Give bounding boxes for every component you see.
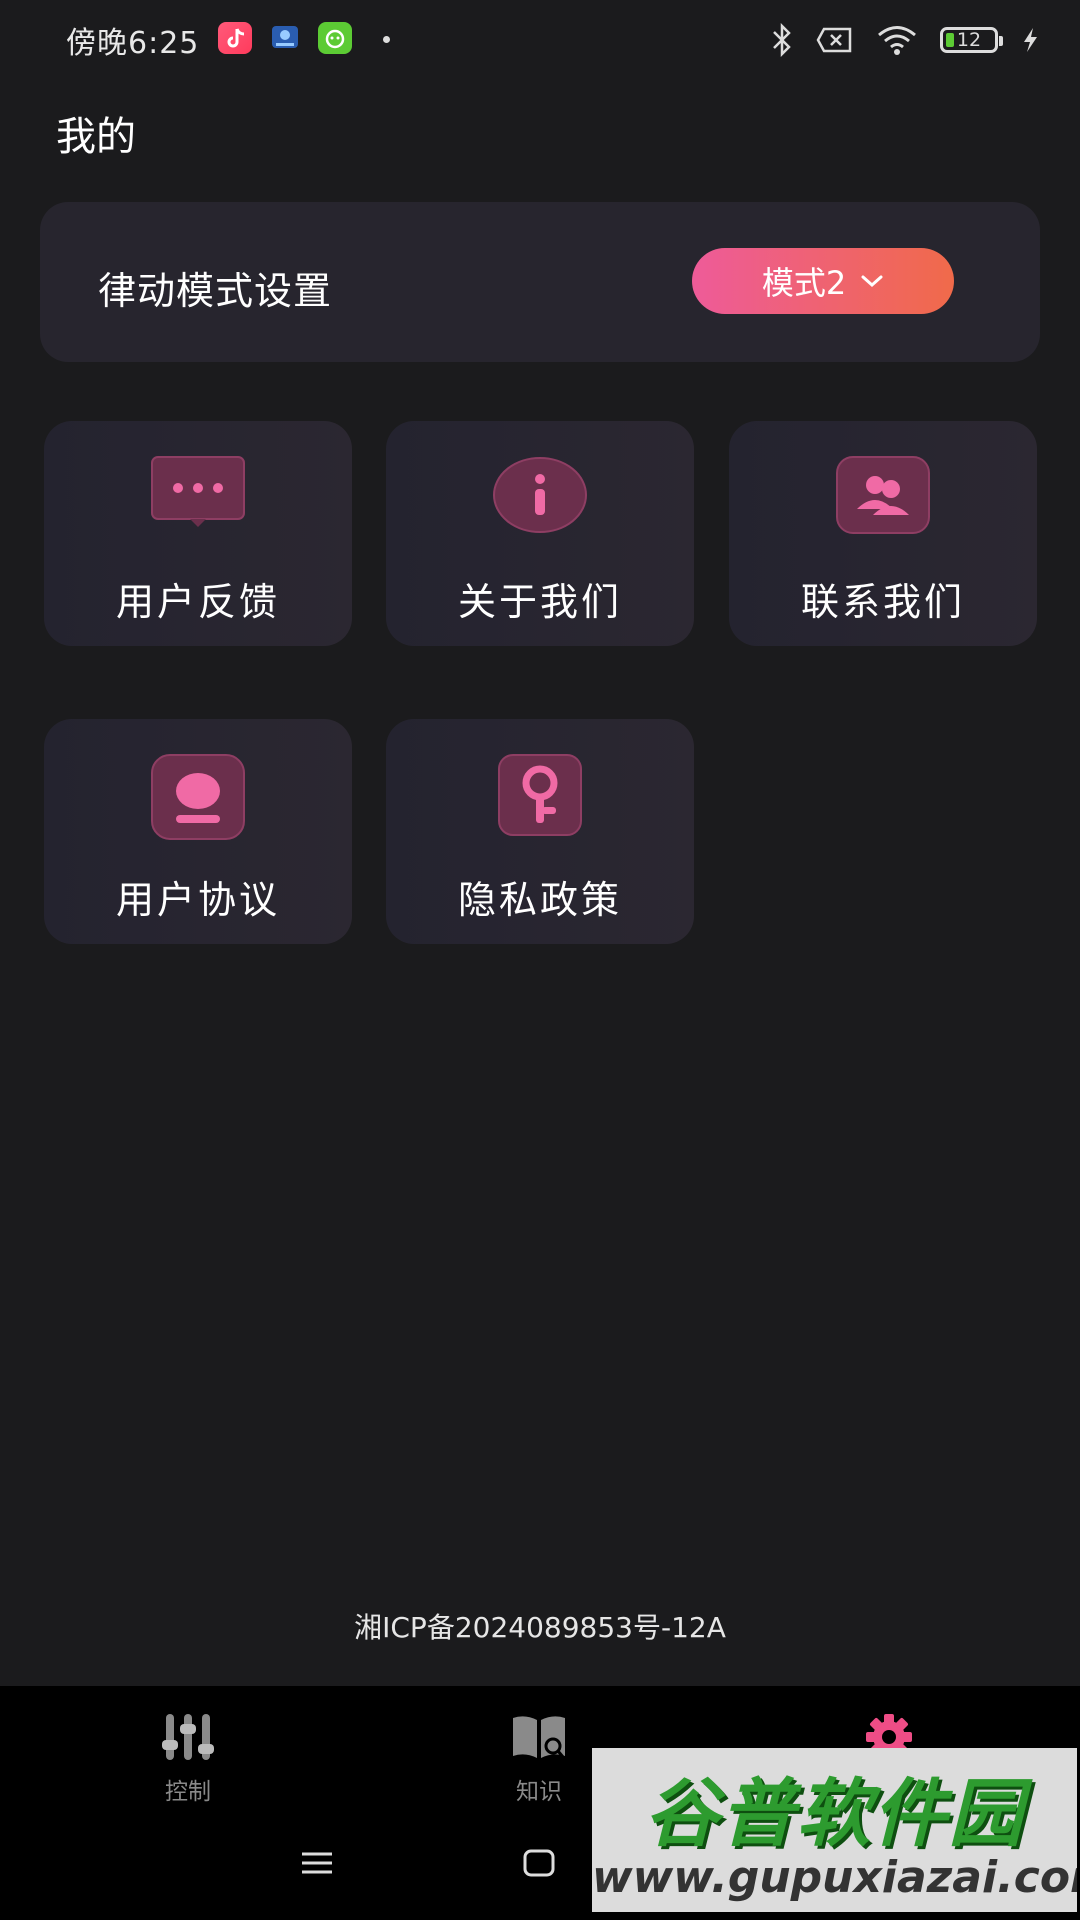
no-sim-icon <box>816 27 852 53</box>
charging-icon <box>1024 28 1037 52</box>
tab-control[interactable]: 控制 <box>108 1712 268 1806</box>
menu-item-agreement[interactable]: 用户协议 <box>44 719 352 944</box>
mode-select-value: 模式2 <box>761 264 847 302</box>
mode-setting-card: 律动模式设置 模式2 <box>40 202 1040 362</box>
menu-item-privacy[interactable]: 隐私政策 <box>386 719 694 944</box>
menu-item-label: 用户反馈 <box>115 580 280 624</box>
sliders-icon <box>162 1714 214 1760</box>
douyin-notification-icon <box>218 22 252 54</box>
menu-item-label: 关于我们 <box>457 580 622 624</box>
watermark-title: 谷普软件园 <box>644 1771 1025 1857</box>
watermark-url: www.gupuxiazai.com <box>592 1852 1077 1903</box>
menu-item-label: 联系我们 <box>800 580 965 624</box>
key-icon <box>497 753 583 841</box>
status-time: 傍晚6:25 <box>66 26 200 61</box>
chevron-down-icon <box>861 275 883 288</box>
menu-item-feedback[interactable]: 用户反馈 <box>44 421 352 646</box>
mode-setting-label: 律动模式设置 <box>98 269 333 313</box>
info-icon <box>492 455 588 539</box>
watermark-logo: 谷普软件园 www.gupuxiazai.com <box>592 1748 1077 1912</box>
battery-level: 12 <box>956 29 982 51</box>
mode-select-dropdown[interactable]: 模式2 <box>692 248 954 314</box>
menu-nav-icon[interactable] <box>300 1848 334 1878</box>
chat-bubble-icon <box>150 455 246 533</box>
menu-item-label: 用户协议 <box>115 878 280 922</box>
page-title: 我的 <box>56 114 136 160</box>
status-bar: 傍晚6:25 12 <box>0 0 1080 78</box>
wifi-icon <box>878 26 916 55</box>
home-nav-icon[interactable] <box>522 1848 556 1878</box>
cat-app-notification-icon <box>318 22 352 54</box>
menu-item-contact[interactable]: 联系我们 <box>729 421 1037 646</box>
tab-label: 控制 <box>165 1779 211 1805</box>
user-icon <box>150 753 246 845</box>
contacts-icon <box>835 455 931 539</box>
menu-item-about[interactable]: 关于我们 <box>386 421 694 646</box>
battery-icon: 12 <box>940 27 1003 53</box>
bluetooth-icon <box>773 23 791 57</box>
icp-license-text[interactable]: 湘ICP备2024089853号-12A <box>0 1606 1080 1646</box>
more-notifications-dot <box>383 36 390 43</box>
book-search-icon <box>513 1716 565 1758</box>
menu-item-label: 隐私政策 <box>457 878 622 922</box>
app-notification-icon <box>268 22 302 54</box>
